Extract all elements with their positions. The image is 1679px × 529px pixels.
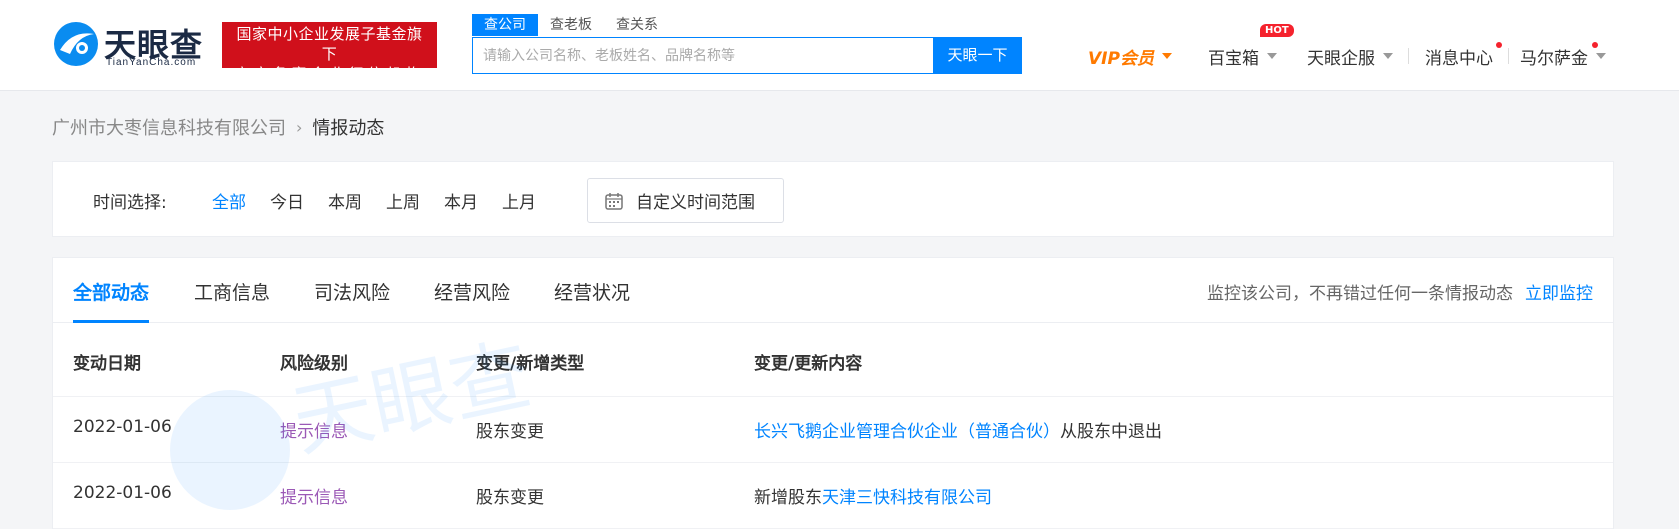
- col-date: 变动日期: [73, 354, 141, 374]
- row-type: 股东变更: [476, 488, 544, 508]
- search-tab-company[interactable]: 查公司: [472, 14, 538, 36]
- row-content-link[interactable]: 长兴飞鹅企业管理合伙企业（普通合伙）: [754, 422, 1060, 442]
- row-content-prefix: 新增股东: [754, 488, 822, 508]
- user-unread-dot: [1592, 42, 1598, 48]
- hot-badge: HOT: [1260, 24, 1294, 37]
- row-risk: 提示信息: [280, 422, 348, 442]
- custom-range-label: 自定义时间范围: [636, 193, 755, 213]
- tab-all-updates[interactable]: 全部动态: [73, 278, 150, 323]
- chevron-down-icon: [1161, 53, 1172, 59]
- monitor-now-link[interactable]: 立即监控: [1525, 279, 1593, 304]
- calendar-icon: [605, 192, 623, 210]
- nav-messages-label: 消息中心: [1425, 48, 1493, 69]
- nav-baibao-label: 百宝箱: [1208, 48, 1259, 69]
- row-content: 新增股东天津三快科技有限公司: [754, 483, 992, 508]
- nav-vip[interactable]: VIP会员: [1088, 43, 1172, 69]
- col-risk-level: 风险级别: [280, 354, 348, 374]
- gov-badge-line1: 国家中小企业发展子基金旗下: [236, 25, 423, 63]
- row-type: 股东变更: [476, 422, 544, 442]
- chevron-right-icon: ›: [296, 117, 303, 137]
- breadcrumb-current: 情报动态: [312, 118, 385, 139]
- category-tabs: 全部动态 工商信息 司法风险 经营风险 经营状况 监控该公司，不再错过任何一条情…: [53, 258, 1613, 323]
- logo-domain-text: TianYanCha.com: [106, 57, 197, 68]
- tab-operating-risk[interactable]: 经营风险: [434, 278, 510, 323]
- time-filter-options: 全部 今日 本周 上周 本月 上月: [212, 188, 560, 213]
- custom-range-button[interactable]: 自定义时间范围: [587, 178, 784, 223]
- nav-qifu-label: 天眼企服: [1307, 48, 1375, 69]
- message-unread-dot: [1496, 42, 1502, 48]
- row-content: 长兴飞鹅企业管理合伙企业（普通合伙）从股东中退出: [754, 417, 1162, 442]
- table-row: 2022-01-06 提示信息 股东变更 长兴飞鹅企业管理合伙企业（普通合伙）从…: [53, 397, 1613, 463]
- tab-operating-status[interactable]: 经营状况: [554, 278, 630, 323]
- tab-business-info[interactable]: 工商信息: [194, 278, 270, 323]
- col-change-type: 变更/新增类型: [476, 354, 585, 374]
- chevron-down-icon: [1267, 53, 1277, 59]
- row-risk: 提示信息: [280, 488, 348, 508]
- search-tab-boss[interactable]: 查老板: [538, 14, 604, 36]
- nav-baibao[interactable]: 百宝箱: [1208, 43, 1277, 69]
- time-opt-all[interactable]: 全部: [212, 188, 246, 213]
- row-date: 2022-01-06: [73, 417, 172, 437]
- nav-vip-label: VIP会员: [1088, 48, 1154, 69]
- search-input[interactable]: [473, 38, 933, 73]
- chevron-down-icon: [1596, 53, 1606, 59]
- nav-divider: [1408, 48, 1409, 64]
- table-row: 2022-01-06 提示信息 股东变更 新增股东天津三快科技有限公司: [53, 463, 1613, 529]
- search-box: [472, 37, 934, 74]
- time-opt-last-week[interactable]: 上周: [386, 188, 420, 213]
- time-filter-label: 时间选择:: [93, 193, 167, 213]
- table-header: 变动日期 风险级别 变更/新增类型 变更/更新内容: [53, 323, 1613, 397]
- gov-badge: 国家中小企业发展子基金旗下 官方备案企业征信机构: [222, 22, 437, 83]
- col-change-content: 变更/更新内容: [754, 354, 863, 374]
- breadcrumb: 广州市大枣信息科技有限公司 › 情报动态: [52, 114, 384, 140]
- chevron-down-icon: [1383, 53, 1393, 59]
- search-button[interactable]: 天眼一下: [933, 37, 1022, 74]
- nav-user-label: 马尔萨金: [1520, 48, 1588, 69]
- row-content-suffix: 从股东中退出: [1060, 422, 1162, 442]
- time-opt-this-month[interactable]: 本月: [444, 188, 478, 213]
- time-filter-panel: 时间选择: 全部 今日 本周 上周 本月 上月 自定义时间范围: [52, 161, 1614, 237]
- time-opt-today[interactable]: 今日: [270, 188, 304, 213]
- search-tabs: 查公司 查老板 查关系: [472, 14, 670, 36]
- nav-divider: [1508, 48, 1509, 64]
- breadcrumb-company[interactable]: 广州市大枣信息科技有限公司: [52, 114, 286, 140]
- tab-judicial-risk[interactable]: 司法风险: [314, 278, 390, 323]
- row-date: 2022-01-06: [73, 483, 172, 503]
- nav-qifu[interactable]: 天眼企服: [1307, 43, 1393, 69]
- intel-panel: 全部动态 工商信息 司法风险 经营风险 经营状况 监控该公司，不再错过任何一条情…: [52, 257, 1614, 529]
- nav-messages[interactable]: 消息中心: [1425, 43, 1493, 69]
- time-opt-last-month[interactable]: 上月: [502, 188, 536, 213]
- search-tab-relation[interactable]: 查关系: [604, 14, 670, 36]
- top-header: 天眼查 TianYanCha.com 国家中小企业发展子基金旗下 官方备案企业征…: [0, 0, 1679, 91]
- logo-eye-icon: [54, 22, 98, 66]
- row-content-link[interactable]: 天津三快科技有限公司: [822, 488, 992, 508]
- time-opt-this-week[interactable]: 本周: [328, 188, 362, 213]
- gov-badge-line2: 官方备案企业征信机构: [234, 65, 425, 83]
- monitor-hint: 监控该公司，不再错过任何一条情报动态: [1207, 284, 1513, 304]
- tianyancha-logo[interactable]: 天眼查 TianYanCha.com: [52, 20, 208, 68]
